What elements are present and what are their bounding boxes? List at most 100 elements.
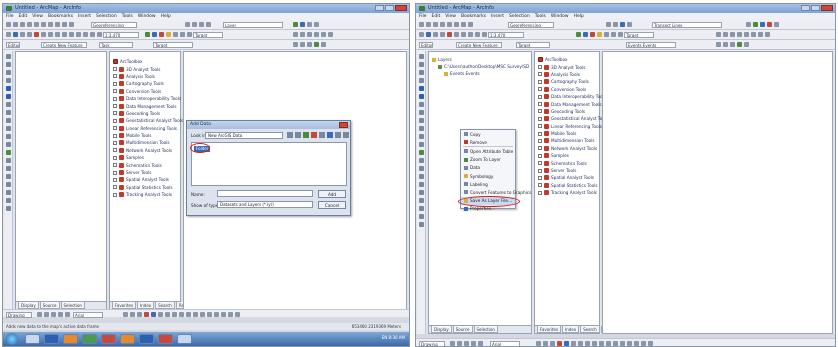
- catalog-icon[interactable]: [343, 132, 349, 138]
- editor-combo[interactable]: Editor: [419, 42, 433, 48]
- identify-icon[interactable]: [5, 118, 11, 123]
- toolbox-item[interactable]: Geocoding Tools: [535, 108, 599, 115]
- transect-combo[interactable]: Transect Lines: [652, 22, 722, 28]
- toolbox-item[interactable]: Spatial Analyst Tools: [110, 176, 180, 183]
- georeferencing-combo[interactable]: Georeferencing: [508, 22, 554, 28]
- start-button[interactable]: [6, 333, 18, 345]
- editor-combo[interactable]: Editor: [6, 42, 20, 48]
- toolbox-item[interactable]: Geocoding Tools: [110, 110, 180, 117]
- menu-file[interactable]: File: [6, 13, 14, 20]
- toolbox-item[interactable]: Geostatistical Analyst Tools: [110, 117, 183, 124]
- create-feature-combo[interactable]: Create New Feature: [456, 42, 502, 48]
- arctoolbox-panel[interactable]: ArcToolbox 3D Analyst Tools Analysis Too…: [109, 51, 197, 310]
- standard-tools-icons[interactable]: [6, 32, 102, 37]
- toolbox-item[interactable]: Tracking Analyst Tools: [535, 189, 599, 196]
- toolbox-root[interactable]: ArcToolbox: [535, 56, 599, 63]
- toolbox-item[interactable]: 3D Analyst Tools: [110, 65, 180, 72]
- menu-tools[interactable]: Tools: [535, 13, 546, 20]
- tab-source[interactable]: Source: [452, 326, 473, 333]
- toolbox-item[interactable]: Multidimension Tools: [110, 139, 180, 146]
- maximize-button[interactable]: [385, 5, 394, 11]
- drawing-combo[interactable]: Drawing: [6, 312, 32, 318]
- tab-index[interactable]: Index: [137, 302, 155, 309]
- toolbox-item[interactable]: Cartography Tools: [110, 80, 180, 87]
- close-button[interactable]: [821, 5, 833, 11]
- disconnect-icon[interactable]: [311, 132, 317, 138]
- standard-tools-icons[interactable]: [419, 32, 487, 37]
- arcmap-task-icon[interactable]: [101, 334, 116, 344]
- tree-item-folder[interactable]: C:\Users\author\Desktop\MSC Survey\SD: [432, 63, 529, 70]
- time-slider-icon[interactable]: [418, 158, 424, 163]
- identify-icon[interactable]: [418, 118, 424, 123]
- flicker-icon[interactable]: [418, 174, 424, 179]
- full-extent-icon[interactable]: [418, 78, 424, 83]
- toolbox-root[interactable]: ArcToolbox: [110, 58, 180, 65]
- add-button[interactable]: Add: [318, 190, 346, 198]
- magnifier-icon[interactable]: [418, 190, 424, 195]
- toolbox-item[interactable]: Linear Referencing Tools: [110, 125, 180, 132]
- tab-index[interactable]: Index: [562, 326, 580, 333]
- tab-selection[interactable]: Selection: [473, 326, 498, 333]
- menu-insert[interactable]: Insert: [491, 13, 504, 20]
- toolbox-item[interactable]: Spatial Statistics Tools: [110, 184, 180, 191]
- toolbox-item[interactable]: 3D Analyst Tools: [535, 63, 599, 70]
- toolbox-item[interactable]: Conversion Tools: [535, 86, 599, 93]
- menu-view[interactable]: View: [445, 13, 456, 20]
- explorer-icon[interactable]: [25, 334, 40, 344]
- minimize-button[interactable]: [801, 5, 810, 11]
- toolbox-item[interactable]: Cartography Tools: [535, 78, 599, 85]
- toolbox-item[interactable]: Geostatistical Analyst Tools: [535, 115, 608, 122]
- scale-combo[interactable]: 1:3,470: [488, 32, 524, 38]
- target-layer-combo[interactable]: Target: [153, 42, 193, 48]
- details-view-icon[interactable]: [327, 132, 333, 138]
- hyperlink-icon[interactable]: [5, 142, 11, 147]
- menu-edit[interactable]: Edit: [19, 13, 28, 20]
- create-feature-combo[interactable]: Create New Feature: [41, 42, 87, 48]
- tab-display[interactable]: Display: [431, 326, 452, 333]
- select-icon[interactable]: [418, 110, 424, 115]
- time-slider-icon[interactable]: [5, 158, 11, 163]
- effects-icon[interactable]: [418, 182, 424, 187]
- toolbox-item[interactable]: Schematics Tools: [110, 161, 180, 168]
- full-extent-icon[interactable]: [5, 78, 11, 83]
- toolbox-item[interactable]: Schematics Tools: [535, 159, 599, 166]
- toolbox-item[interactable]: Tracking Analyst Tools: [110, 191, 180, 198]
- font-combo[interactable]: Arial: [73, 312, 103, 318]
- layer-combo[interactable]: Events Events: [626, 42, 676, 48]
- menu-item-symbology[interactable]: Symbology: [461, 172, 515, 180]
- tab-search[interactable]: Search: [155, 302, 175, 309]
- tree-item-layers[interactable]: Layers: [432, 56, 529, 63]
- hyperlink-icon[interactable]: [418, 142, 424, 147]
- toolbox-item[interactable]: Conversion Tools: [110, 88, 180, 95]
- menu-bookmarks[interactable]: Bookmarks: [48, 13, 73, 20]
- menu-bookmarks[interactable]: Bookmarks: [461, 13, 486, 20]
- toolbar-1-icons-b[interactable]: [606, 22, 632, 27]
- menu-item-labeling[interactable]: Labeling: [461, 180, 515, 188]
- toolbox-item[interactable]: Server Tools: [535, 167, 599, 174]
- menu-window[interactable]: Window: [138, 13, 156, 20]
- back-icon[interactable]: [5, 94, 11, 99]
- tab-display[interactable]: Display: [18, 302, 39, 309]
- menu-window[interactable]: Window: [551, 13, 569, 20]
- standard-tools-icons-b[interactable]: [576, 32, 623, 37]
- swipe-icon[interactable]: [418, 166, 424, 171]
- toolbox-item[interactable]: Linear Referencing Tools: [535, 123, 602, 130]
- zoom-out-icon[interactable]: [5, 62, 11, 67]
- draw-icons[interactable]: [450, 341, 483, 346]
- overview-icon[interactable]: [418, 198, 424, 203]
- flicker-icon[interactable]: [5, 174, 11, 179]
- find-icon[interactable]: [5, 126, 11, 131]
- go-to-xy-icon[interactable]: [418, 150, 424, 155]
- dialog-close-button[interactable]: [339, 122, 348, 128]
- menu-item-zoom-to-layer[interactable]: Zoom To Layer: [461, 156, 515, 164]
- arctoolbox-panel[interactable]: ArcToolbox 3D Analyst Tools Analysis Too…: [534, 51, 622, 334]
- menu-insert[interactable]: Insert: [78, 13, 91, 20]
- folder-icon[interactable]: [63, 334, 78, 344]
- target-combo[interactable]: Target: [624, 32, 654, 38]
- word-icon[interactable]: [139, 334, 154, 344]
- table-of-contents[interactable]: Display Source Selection: [15, 51, 107, 310]
- measure-icon[interactable]: [418, 134, 424, 139]
- target-layer-combo[interactable]: Target: [516, 42, 550, 48]
- viewer-icon-b[interactable]: [418, 214, 424, 219]
- editor-tools-icons[interactable]: [716, 42, 749, 47]
